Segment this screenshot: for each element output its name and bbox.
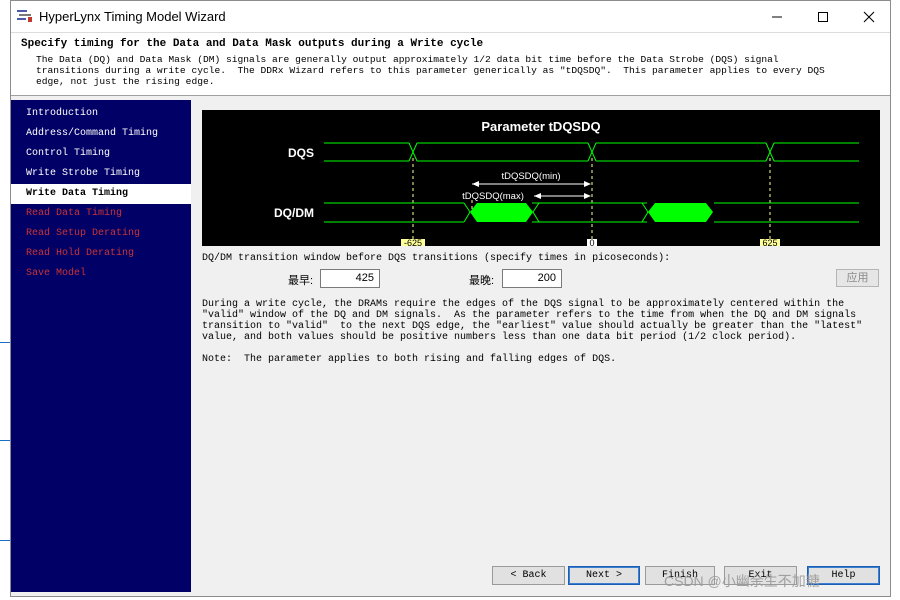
wizard-step-list: Introduction Address/Command Timing Cont…: [11, 100, 191, 592]
minimize-button[interactable]: [754, 1, 800, 32]
tdqsdq-max-arrow: [534, 193, 591, 199]
latest-field[interactable]: 200: [502, 269, 562, 288]
transition-window-label: DQ/DM transition window before DQS trans…: [202, 253, 671, 264]
close-icon: [863, 11, 875, 22]
step-address-command-timing[interactable]: Address/Command Timing: [11, 124, 191, 144]
background-divider: [0, 440, 10, 441]
timing-diagram: Parameter tDQSDQ DQS DQ/DM tDQSDQ(min) t…: [202, 110, 880, 246]
step-save-model: Save Model: [26, 268, 87, 279]
wizard-window: HyperLynx Timing Model Wizard Specify ti…: [10, 0, 891, 597]
background-window-edge: [0, 0, 10, 600]
step-read-data-timing: Read Data Timing: [26, 208, 123, 219]
watermark: CSDN @小幽余生不加糖: [664, 573, 820, 589]
step-control-timing[interactable]: Control Timing: [11, 144, 191, 164]
app-icon: [17, 9, 33, 23]
tdqsdq-max-label: tDQSDQ(max): [462, 191, 524, 202]
back-button[interactable]: < Back: [492, 566, 565, 585]
dqs-signal-label: DQS: [288, 146, 314, 160]
maximize-icon: [818, 11, 828, 22]
step-introduction[interactable]: Introduction: [11, 104, 191, 124]
dqdm-signal-label: DQ/DM: [274, 206, 314, 220]
latest-label: 最晚:: [469, 275, 495, 287]
tick-label-left: -625: [404, 238, 422, 246]
page-header: Specify timing for the Data and Data Mas…: [11, 32, 890, 96]
step-read-setup-derating: Read Setup Derating: [26, 228, 141, 239]
page-description: The Data (DQ) and Data Mask (DM) signals…: [36, 54, 825, 87]
title-bar: HyperLynx Timing Model Wizard: [11, 1, 890, 32]
explanation-text: During a write cycle, the DRAMs require …: [202, 299, 863, 343]
step-read-hold-derating: Read Hold Derating: [26, 248, 135, 259]
window-title: HyperLynx Timing Model Wizard: [39, 9, 226, 24]
page-title: Specify timing for the Data and Data Mas…: [21, 38, 484, 50]
background-divider: [0, 342, 10, 343]
diagram-title: Parameter tDQSDQ: [481, 119, 600, 134]
step-write-strobe-timing[interactable]: Write Strobe Timing: [11, 164, 191, 184]
tdqsdq-min-label: tDQSDQ(min): [501, 171, 560, 182]
earliest-field[interactable]: 425: [320, 269, 380, 288]
step-write-data-timing[interactable]: Write Data Timing: [11, 184, 191, 204]
maximize-button[interactable]: [800, 1, 846, 32]
dqdm-transition-window: [648, 203, 713, 222]
tick-label-right: 625: [762, 238, 777, 246]
dqdm-transition-window: [470, 203, 533, 222]
earliest-label: 最早:: [288, 275, 314, 287]
close-button[interactable]: [846, 1, 892, 32]
minimize-icon: [772, 16, 782, 17]
background-divider: [0, 540, 10, 541]
note-text: Note: The parameter applies to both risi…: [202, 354, 617, 365]
apply-button[interactable]: 应用: [836, 269, 879, 287]
tick-label-center: 0: [589, 238, 594, 246]
next-button[interactable]: Next >: [568, 566, 640, 585]
